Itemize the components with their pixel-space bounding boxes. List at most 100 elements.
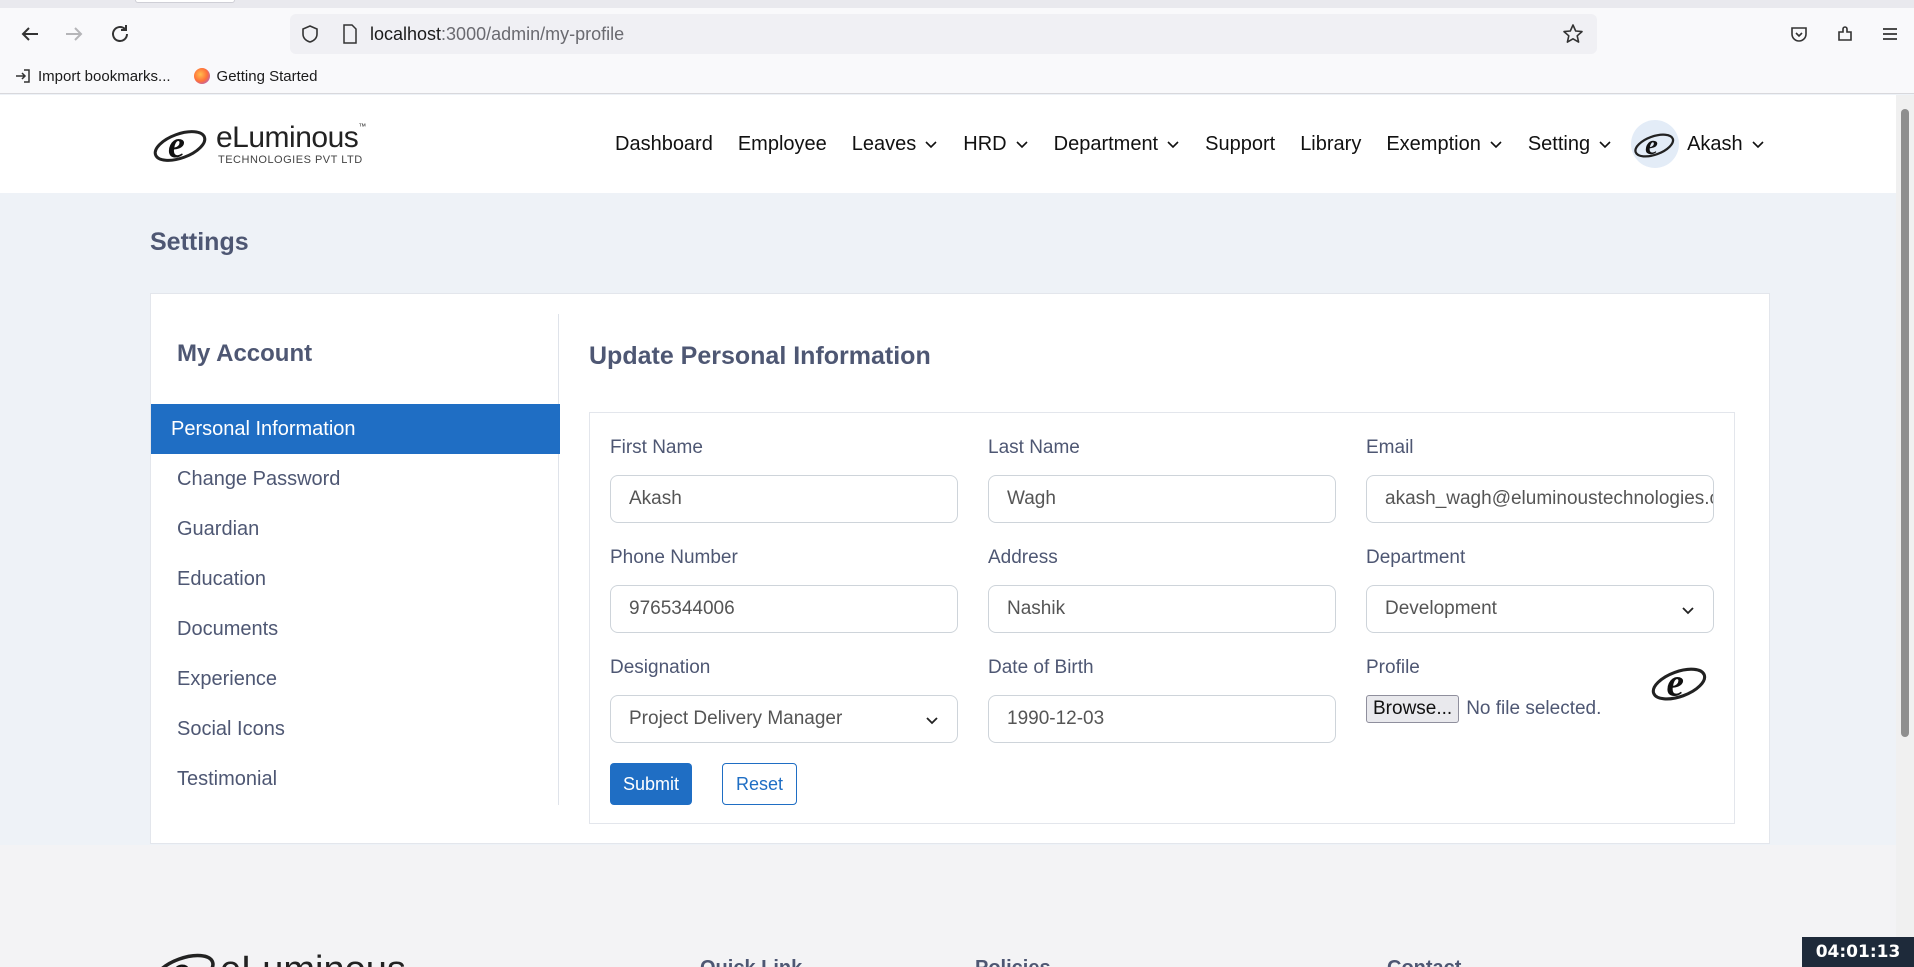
sidebar-list: Personal Information Change Password Gua… bbox=[151, 404, 560, 804]
sidebar-item-experience[interactable]: Experience bbox=[151, 654, 560, 704]
chevron-down-icon bbox=[1598, 137, 1612, 151]
footer-quick-link-heading: Quick Link bbox=[700, 957, 802, 967]
sidebar-title: My Account bbox=[177, 340, 313, 367]
nav-employee[interactable]: Employee bbox=[738, 133, 827, 156]
last-name-label: Last Name bbox=[988, 437, 1080, 458]
avatar: e bbox=[1631, 120, 1680, 168]
chevron-down-icon bbox=[925, 713, 939, 727]
chevron-down-icon bbox=[1681, 603, 1695, 617]
nav-support[interactable]: Support bbox=[1205, 133, 1275, 156]
page-scrollbar[interactable] bbox=[1896, 95, 1914, 967]
footer-policies-heading: Policies bbox=[975, 957, 1051, 967]
url-text[interactable]: localhost:3000/admin/my-profile bbox=[370, 24, 624, 45]
avatar-logo-icon: e bbox=[1634, 129, 1675, 161]
svg-text:e: e bbox=[170, 945, 190, 967]
browse-button[interactable]: Browse... bbox=[1366, 695, 1460, 723]
sidebar-item-personal-information[interactable]: Personal Information bbox=[151, 404, 560, 454]
footer-logo-e-icon: e bbox=[152, 945, 215, 967]
scrollbar-thumb[interactable] bbox=[1901, 109, 1909, 737]
back-icon[interactable] bbox=[14, 18, 46, 50]
bookmark-label: Import bookmarks... bbox=[38, 67, 171, 85]
clock-overlay: 04:01:13 bbox=[1802, 937, 1914, 967]
logo-e-icon: e bbox=[153, 124, 207, 166]
personal-info-form: First Name Akash Last Name Wagh Email ak… bbox=[589, 412, 1735, 824]
email-input[interactable]: akash_wagh@eluminoustechnologies.com bbox=[1366, 475, 1714, 523]
submit-button[interactable]: Submit bbox=[610, 763, 693, 805]
last-name-input[interactable]: Wagh bbox=[988, 475, 1336, 523]
footer-logo[interactable]: e eLuminous bbox=[150, 943, 406, 967]
page-title: Settings bbox=[150, 228, 249, 256]
designation-value: Project Delivery Manager bbox=[629, 708, 843, 729]
sidebar-item-education[interactable]: Education bbox=[151, 554, 560, 604]
sidebar-item-change-password[interactable]: Change Password bbox=[151, 454, 560, 504]
phone-label: Phone Number bbox=[610, 547, 738, 568]
profile-file-input[interactable]: Browse... No file selected. bbox=[1366, 695, 1601, 723]
sidebar-item-testimonial[interactable]: Testimonial bbox=[151, 754, 560, 804]
form-title: Update Personal Information bbox=[589, 342, 931, 370]
bookmarks-bar: Import bookmarks... Getting Started bbox=[0, 62, 325, 90]
file-status: No file selected. bbox=[1466, 698, 1602, 719]
nav-department[interactable]: Department bbox=[1054, 133, 1181, 156]
url-host: localhost bbox=[370, 23, 442, 44]
nav-exemption[interactable]: Exemption bbox=[1386, 133, 1503, 156]
extensions-icon[interactable] bbox=[1829, 18, 1861, 50]
site-footer: e eLuminous Quick Link Policies Contact bbox=[0, 845, 1896, 967]
import-icon bbox=[14, 67, 32, 85]
bookmark-getting-started[interactable]: Getting Started bbox=[193, 67, 318, 85]
user-name: Akash bbox=[1687, 132, 1743, 155]
menu-icon[interactable] bbox=[1874, 18, 1906, 50]
email-label: Email bbox=[1366, 437, 1414, 458]
nav-setting[interactable]: Setting bbox=[1528, 133, 1612, 156]
company-logo[interactable]: e eLuminous™ TECHNOLOGIES PVT LTD bbox=[152, 119, 366, 169]
main-nav: Dashboard Employee Leaves HRD Department… bbox=[615, 95, 1765, 193]
address-label: Address bbox=[988, 547, 1058, 568]
phone-input[interactable]: 9765344006 bbox=[610, 585, 958, 633]
address-bar[interactable]: localhost:3000/admin/my-profile bbox=[290, 14, 1597, 54]
forward-icon[interactable] bbox=[58, 18, 90, 50]
page-icon[interactable] bbox=[336, 20, 364, 48]
pocket-icon[interactable] bbox=[1783, 18, 1815, 50]
profile-image-logo-icon: e bbox=[1651, 660, 1707, 704]
chevron-down-icon bbox=[924, 137, 938, 151]
browser-chrome: localhost:3000/admin/my-profile Import b… bbox=[0, 0, 1914, 94]
reset-button[interactable]: Reset bbox=[722, 763, 798, 805]
svg-text:e: e bbox=[168, 124, 185, 166]
logo-subtitle: TECHNOLOGIES PVT LTD bbox=[218, 153, 363, 166]
bookmark-label: Getting Started bbox=[216, 67, 318, 85]
chevron-down-icon bbox=[1015, 137, 1029, 151]
sidebar-item-guardian[interactable]: Guardian bbox=[151, 504, 560, 554]
nav-dashboard[interactable]: Dashboard bbox=[615, 133, 713, 156]
logo-wordmark: eLuminous bbox=[216, 120, 359, 154]
department-value: Development bbox=[1385, 598, 1497, 619]
nav-hrd[interactable]: HRD bbox=[963, 133, 1028, 156]
bookmark-import[interactable]: Import bookmarks... bbox=[14, 67, 171, 85]
chevron-down-icon bbox=[1166, 137, 1180, 151]
nav-leaves[interactable]: Leaves bbox=[852, 133, 939, 156]
first-name-input[interactable]: Akash bbox=[610, 475, 958, 523]
department-label: Department bbox=[1366, 547, 1466, 568]
footer-wordmark: eLuminous bbox=[220, 949, 406, 967]
designation-select[interactable]: Project Delivery Manager bbox=[610, 695, 958, 743]
site-header: e eLuminous™ TECHNOLOGIES PVT LTD Dashbo… bbox=[0, 95, 1896, 193]
address-input[interactable]: Nashik bbox=[988, 585, 1336, 633]
active-tab[interactable] bbox=[135, 0, 235, 3]
shield-icon[interactable] bbox=[296, 20, 324, 48]
department-select[interactable]: Development bbox=[1366, 585, 1714, 633]
sidebar-item-social-icons[interactable]: Social Icons bbox=[151, 704, 560, 754]
user-menu[interactable]: e Akash bbox=[1631, 120, 1765, 168]
settings-card: My Account Personal Information Change P… bbox=[150, 293, 1770, 844]
account-sidebar: My Account Personal Information Change P… bbox=[151, 314, 560, 805]
chevron-down-icon bbox=[1489, 137, 1503, 151]
sidebar-item-documents[interactable]: Documents bbox=[151, 604, 560, 654]
reload-icon[interactable] bbox=[104, 18, 136, 50]
url-path: :3000/admin/my-profile bbox=[441, 23, 625, 44]
bookmark-star-icon[interactable] bbox=[1559, 20, 1587, 48]
dob-label: Date of Birth bbox=[988, 657, 1094, 678]
firefox-icon bbox=[193, 67, 211, 85]
designation-label: Designation bbox=[610, 657, 711, 678]
nav-library[interactable]: Library bbox=[1300, 133, 1361, 156]
footer-contact-heading: Contact bbox=[1387, 957, 1461, 967]
tab-strip bbox=[0, 0, 1914, 8]
logo-trademark: ™ bbox=[358, 121, 367, 131]
dob-input[interactable]: 1990-12-03 bbox=[988, 695, 1336, 743]
